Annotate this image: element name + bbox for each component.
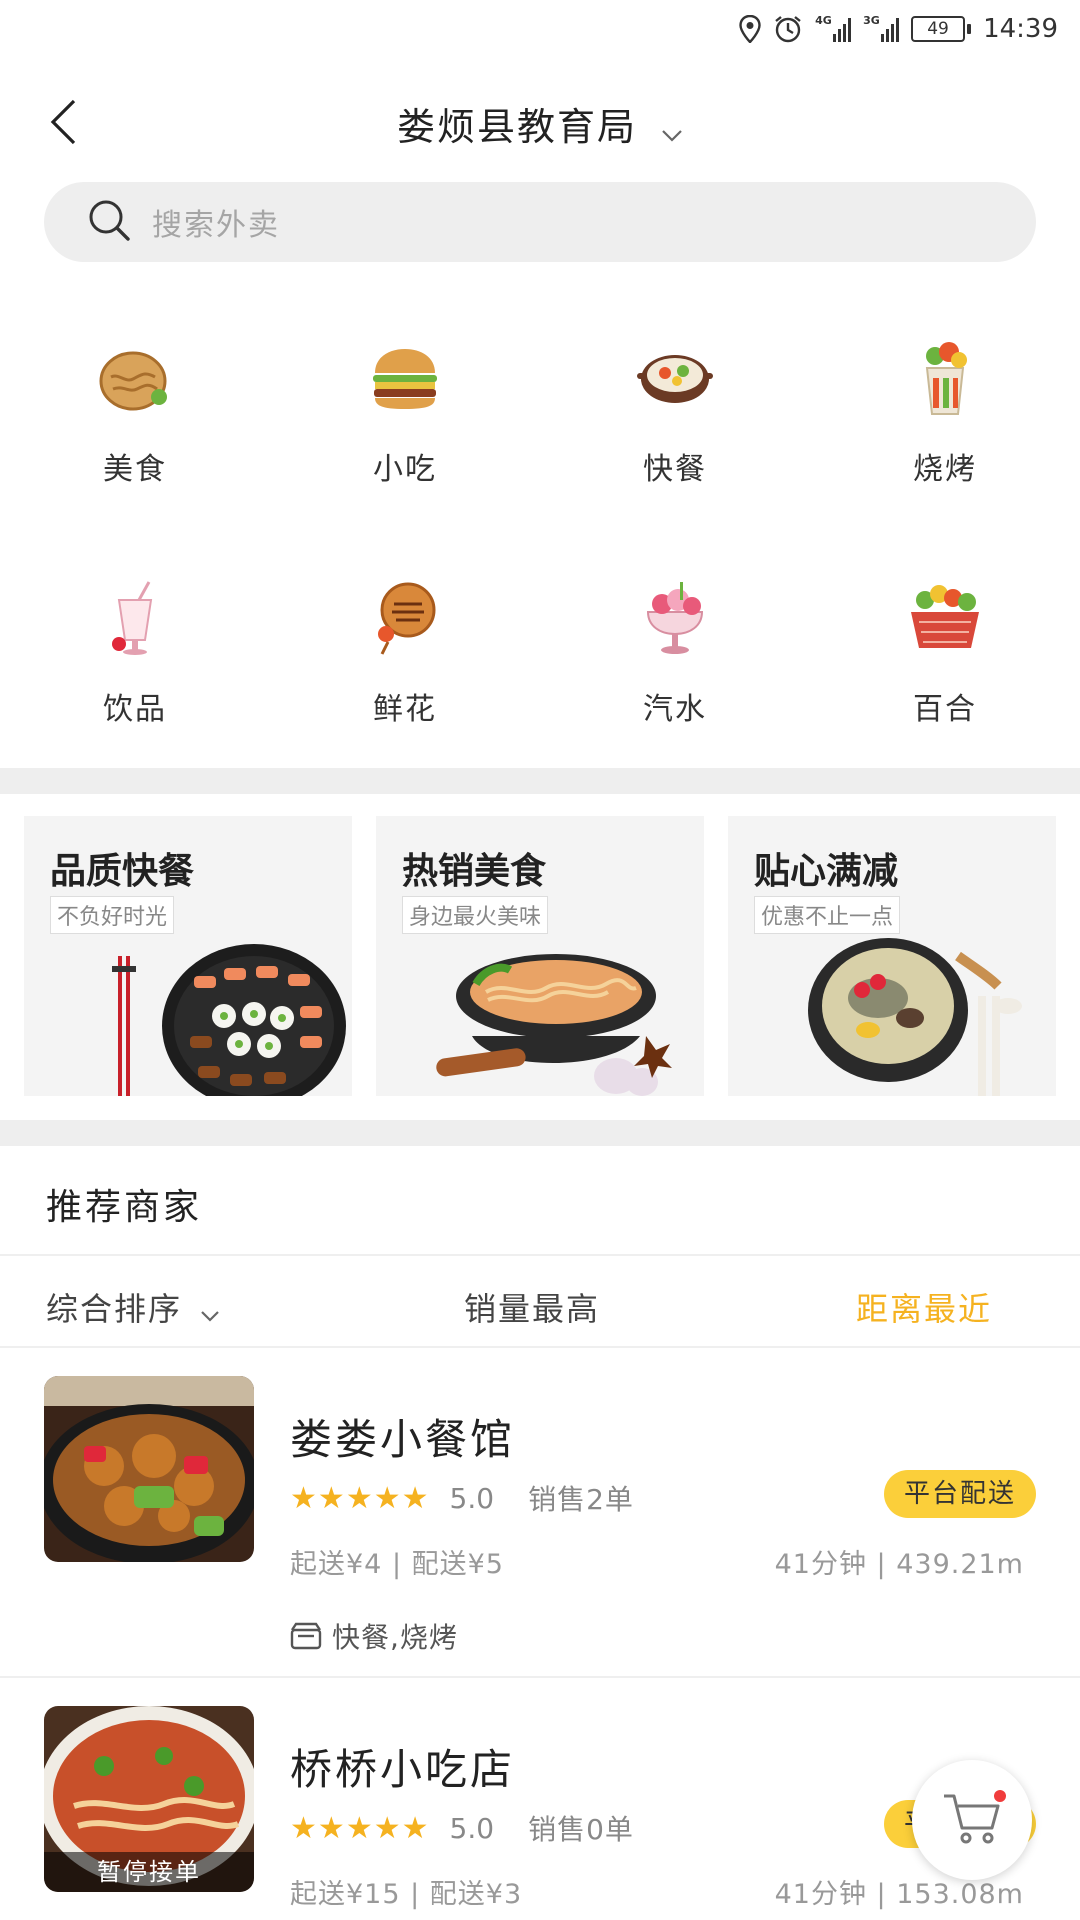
divider-line [0, 1254, 1080, 1256]
burger-icon [357, 330, 453, 426]
category-meishi[interactable]: 美食 [0, 330, 270, 490]
basket-icon [897, 570, 993, 666]
shop-image: 暂停接单 [44, 1706, 254, 1892]
icecream-icon [627, 570, 723, 666]
cookie-icon [357, 570, 453, 666]
chevron-down-icon [661, 108, 683, 152]
star-icon: ★ [401, 1810, 429, 1846]
rating-stars: ★ ★ ★ ★ ★ 5.0 销售2单 [290, 1478, 634, 1518]
promo-card-quality[interactable]: 品质快餐 不负好时光 [24, 816, 352, 1096]
status-time: 14:39 [983, 14, 1058, 44]
location-selector[interactable]: 娄烦县教育局 [0, 96, 1080, 152]
shop-image [44, 1376, 254, 1562]
section-divider [0, 768, 1080, 794]
search-placeholder: 搜索外卖 [152, 208, 280, 243]
page-title: 娄烦县教育局 [396, 105, 637, 149]
shop-name: 娄娄小餐馆 [290, 1415, 516, 1464]
noodle-bowl-image [436, 954, 672, 1096]
cart-button[interactable] [912, 1760, 1032, 1880]
promo-card-hot[interactable]: 热销美食 身边最火美味 [376, 816, 704, 1096]
star-icon: ★ [373, 1810, 401, 1846]
delivery-badge: 平台配送 [883, 1470, 1036, 1518]
divider-line [0, 1346, 1080, 1348]
category-qishui[interactable]: 汽水 [540, 570, 810, 730]
shop-tags: 快餐,烧烤 [290, 1616, 458, 1656]
header: 娄烦县教育局 [0, 86, 1080, 158]
rating-value: 5.0 [449, 1811, 495, 1845]
star-icon: ★ [317, 1480, 345, 1516]
sales-count: 销售2单 [528, 1483, 634, 1516]
star-icon: ★ [345, 1480, 373, 1516]
category-baihe[interactable]: 百合 [810, 570, 1080, 730]
section-title-recommend: 推荐商家 [46, 1187, 203, 1228]
sushi-platter-image [112, 944, 346, 1096]
rating-value: 5.0 [449, 1481, 495, 1515]
star-icon: ★ [290, 1810, 317, 1846]
delivery-fee: 起送¥15 | 配送¥3 [290, 1879, 523, 1910]
sort-distance[interactable]: 距离最近 [856, 1284, 992, 1330]
soup-pot-image [808, 938, 1022, 1096]
search-icon [86, 197, 132, 247]
category-xiaochi[interactable]: 小吃 [270, 330, 540, 490]
alarm-icon [773, 14, 803, 44]
search-input[interactable]: 搜索外卖 [44, 182, 1036, 262]
sort-bar: 综合排序 销量最高 距离最近 [0, 1276, 1080, 1346]
chevron-down-icon [200, 1292, 220, 1330]
category-kuaican[interactable]: 快餐 [540, 330, 810, 490]
shop-card[interactable]: 娄娄小餐馆 ★ ★ ★ ★ ★ 5.0 销售2单 平台配送 起送¥4 | 配送¥5 41… [0, 1370, 1080, 1672]
status-paused: 暂停接单 [44, 1852, 254, 1892]
cart-icon [942, 1790, 1002, 1850]
star-icon: ★ [373, 1480, 401, 1516]
location-icon [739, 15, 761, 43]
battery-icon: 49 [911, 16, 972, 42]
drink-icon [87, 570, 183, 666]
pancake-icon [87, 330, 183, 426]
shop-name: 桥桥小吃店 [290, 1745, 516, 1794]
divider-line [0, 1676, 1080, 1678]
star-icon: ★ [401, 1480, 429, 1516]
category-shaokao[interactable]: 烧烤 [810, 330, 1080, 490]
star-icon: ★ [317, 1810, 345, 1846]
cart-badge-dot [994, 1790, 1006, 1802]
sales-count: 销售0单 [528, 1813, 634, 1846]
star-icon: ★ [290, 1480, 317, 1516]
store-icon [290, 1622, 322, 1650]
star-icon: ★ [345, 1810, 373, 1846]
sort-default[interactable]: 综合排序 [46, 1284, 220, 1330]
hotpot-icon [627, 330, 723, 426]
promo-card-discount[interactable]: 贴心满减 优惠不止一点 [728, 816, 1056, 1096]
section-divider [0, 1120, 1080, 1146]
sort-sales[interactable]: 销量最高 [464, 1284, 600, 1330]
category-yinpin[interactable]: 饮品 [0, 570, 270, 730]
delivery-fee: 起送¥4 | 配送¥5 [290, 1549, 504, 1580]
category-xianhua[interactable]: 鲜花 [270, 570, 540, 730]
status-bar: 4G 3G 49 14:39 [0, 0, 1080, 64]
delivery-distance: 41分钟 | 439.21m [774, 1549, 1024, 1580]
skewer-cup-icon [897, 330, 993, 426]
signal-4g-icon: 4G [815, 14, 852, 42]
signal-3g-icon: 3G [863, 14, 900, 42]
rating-stars: ★ ★ ★ ★ ★ 5.0 销售0单 [290, 1808, 634, 1848]
